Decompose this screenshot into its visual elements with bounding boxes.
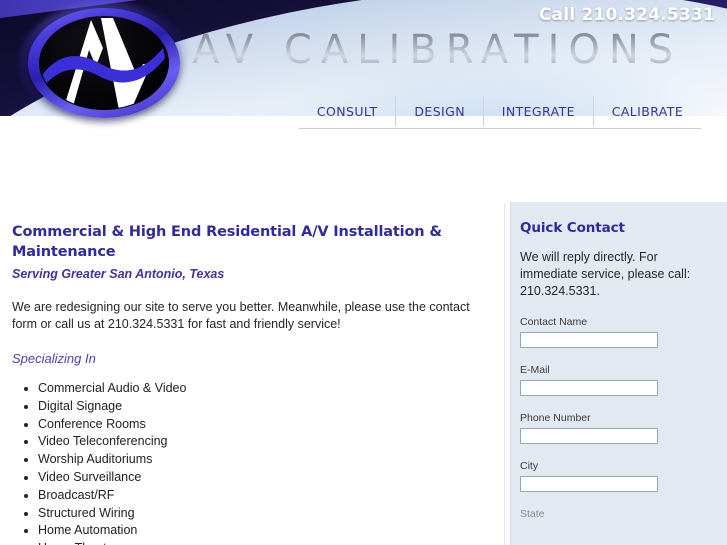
site-logo[interactable] (17, 0, 193, 134)
email-field[interactable] (520, 380, 658, 396)
field-city: City (520, 460, 711, 492)
phone-number-label: Phone Number (520, 412, 591, 424)
nav-item-design[interactable]: DESIGN (396, 96, 484, 126)
services-list: Commercial Audio & Video Digital Signage… (12, 380, 494, 545)
city-input[interactable] (520, 476, 658, 492)
content-sidebar-divider (504, 204, 505, 545)
list-item: Home Theater (38, 540, 494, 545)
state-label: State (520, 508, 545, 520)
page-title: Commercial & High End Residential A/V In… (12, 224, 442, 260)
field-contact-name: Contact Name (520, 316, 711, 348)
quick-contact-intro: We will reply directly. For immediate se… (520, 250, 691, 298)
field-state-clipped: State (520, 508, 711, 520)
list-item: Conference Rooms (38, 416, 494, 434)
main-content: Commercial & High End Residential A/V In… (12, 222, 494, 545)
site-header: AV CALIBRATIONS Call 210.324.5331 CONSUL… (0, 0, 727, 140)
av-monogram-icon (40, 18, 165, 109)
quick-contact-title: Quick Contact (520, 220, 625, 236)
list-item: Worship Auditoriums (38, 451, 494, 469)
field-email: E-Mail (520, 364, 711, 396)
list-item: Commercial Audio & Video (38, 380, 494, 398)
field-phone-number: Phone Number (520, 412, 711, 444)
list-item: Video Teleconferencing (38, 433, 494, 451)
page-subtitle: Serving Greater San Antonio, Texas (12, 267, 225, 281)
list-item: Video Surveillance (38, 469, 494, 487)
list-item: Structured Wiring (38, 505, 494, 523)
page-root: AV CALIBRATIONS Call 210.324.5331 CONSUL… (0, 0, 727, 545)
brand-wordmark: AV CALIBRATIONS (192, 27, 683, 73)
nav-item-integrate[interactable]: INTEGRATE (484, 96, 594, 126)
list-item: Broadcast/RF (38, 487, 494, 505)
list-item: Digital Signage (38, 398, 494, 416)
nav-item-calibrate[interactable]: CALIBRATE (594, 96, 701, 126)
contact-name-input[interactable] (520, 332, 658, 348)
header-phone-cta[interactable]: Call 210.324.5331 (539, 5, 715, 25)
city-label: City (520, 460, 539, 472)
intro-paragraph: We are redesigning our site to serve you… (12, 300, 470, 331)
specializing-heading: Specializing In (12, 351, 96, 366)
nav-item-consult[interactable]: CONSULT (299, 96, 397, 126)
list-item: Home Automation (38, 522, 494, 540)
main-navigation: CONSULT DESIGN INTEGRATE CALIBRATE (299, 94, 701, 129)
phone-number-input[interactable] (520, 428, 658, 444)
contact-name-label: Contact Name (520, 316, 588, 328)
email-label: E-Mail (520, 364, 550, 376)
quick-contact-panel: Quick Contact We will reply directly. Fo… (510, 202, 727, 545)
